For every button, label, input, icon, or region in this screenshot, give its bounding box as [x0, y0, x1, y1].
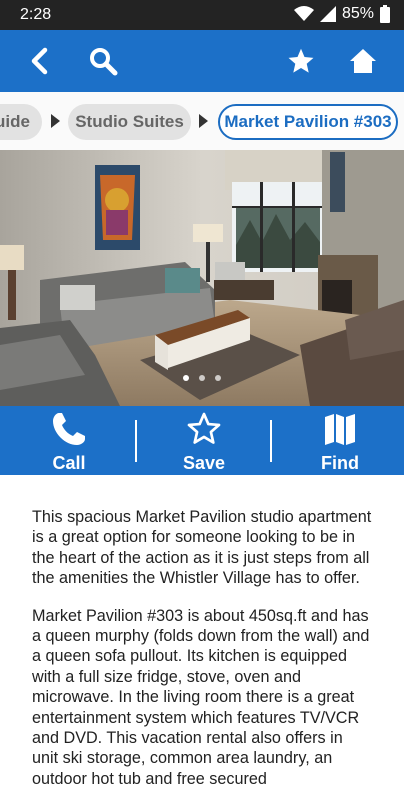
living-room-photo — [0, 150, 404, 406]
phone-icon — [53, 413, 85, 445]
breadcrumb-current[interactable]: Market Pavilion #303 — [218, 104, 398, 140]
chevron-left-icon — [31, 47, 48, 75]
breadcrumb-separator-icon — [199, 114, 208, 128]
map-icon — [325, 414, 355, 445]
page-dot[interactable] — [183, 375, 189, 381]
status-bar: 2:28 85% — [0, 0, 404, 30]
breadcrumb-guide[interactable]: uide — [0, 104, 42, 140]
signal-icon — [319, 6, 336, 22]
find-button[interactable]: Find — [306, 406, 374, 475]
page-dot[interactable] — [215, 375, 221, 381]
action-bar: Call Save Find — [0, 406, 404, 475]
call-label: Call — [52, 453, 86, 473]
breadcrumb-studio-suites[interactable]: Studio Suites — [68, 104, 191, 140]
gallery-pager — [0, 375, 404, 381]
description-paragraph: Market Pavilion #303 is about 450sq.ft a… — [32, 606, 370, 788]
breadcrumb-label: Studio Suites — [75, 112, 184, 131]
action-divider — [135, 420, 137, 462]
search-icon — [90, 48, 118, 76]
search-button[interactable] — [83, 41, 123, 81]
back-button[interactable] — [20, 41, 60, 81]
app-bar — [0, 30, 404, 92]
breadcrumb-label: Market Pavilion #303 — [224, 112, 392, 131]
breadcrumb: uide Studio Suites Market Pavilion #303 — [0, 92, 404, 150]
favorite-button[interactable] — [281, 41, 321, 81]
description: This spacious Market Pavilion studio apa… — [0, 475, 404, 800]
page-dot[interactable] — [199, 375, 205, 381]
star-icon — [288, 48, 314, 73]
star-outline-icon — [187, 412, 221, 444]
status-indicators: 85% — [293, 5, 390, 23]
photo-gallery[interactable] — [0, 150, 404, 406]
breadcrumb-label: uide — [0, 112, 30, 131]
status-time: 2:28 — [20, 6, 52, 23]
save-label: Save — [182, 453, 226, 473]
breadcrumb-separator-icon — [51, 114, 60, 128]
battery-percent: 85% — [341, 5, 374, 22]
find-label: Find — [321, 453, 359, 473]
wifi-icon — [293, 6, 314, 21]
description-paragraph: This spacious Market Pavilion studio apa… — [32, 508, 372, 588]
home-icon — [350, 49, 376, 73]
call-button[interactable]: Call — [35, 406, 103, 475]
battery-icon — [380, 5, 390, 23]
save-button[interactable]: Save — [170, 406, 238, 475]
action-divider — [270, 420, 272, 462]
home-button[interactable] — [343, 41, 383, 81]
